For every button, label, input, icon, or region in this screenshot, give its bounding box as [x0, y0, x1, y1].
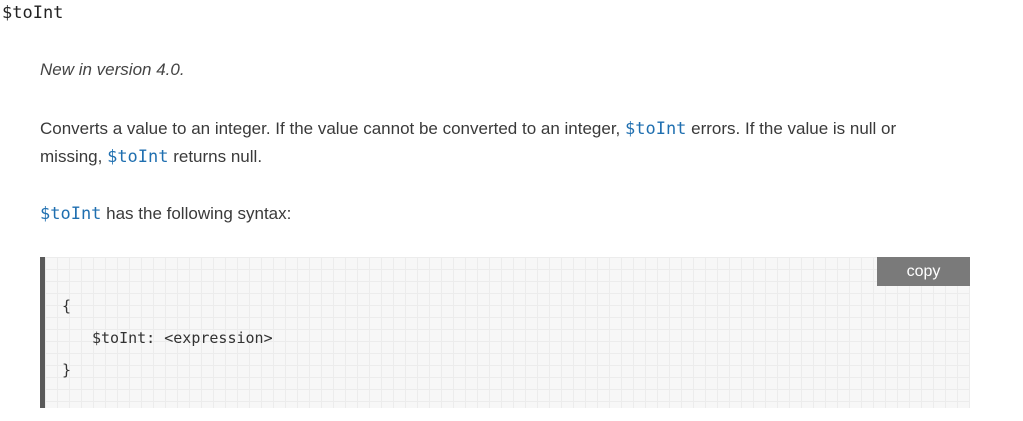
inline-code-toint: $toInt — [625, 119, 687, 139]
code-line: $toInt: <expression> — [92, 329, 273, 347]
inline-code-toint: $toInt — [40, 204, 102, 224]
description-text: Converts a value to an integer. If the v… — [40, 119, 625, 138]
syntax-intro: $toInt has the following syntax: — [40, 200, 291, 228]
version-note: New in version 4.0. — [40, 60, 185, 79]
code-line: { — [62, 297, 72, 315]
copy-button[interactable]: copy — [877, 257, 970, 286]
description-text: returns null. — [168, 147, 263, 166]
inline-code-toint: $toInt — [107, 147, 169, 167]
code-block: copy { $toInt: <expression>} — [40, 257, 970, 408]
page-title: $toInt — [2, 3, 64, 23]
syntax-text: has the following syntax: — [101, 204, 292, 223]
code-content: { $toInt: <expression>} — [62, 290, 273, 386]
code-line: } — [62, 361, 72, 379]
description-paragraph: Converts a value to an integer. If the v… — [40, 115, 955, 171]
